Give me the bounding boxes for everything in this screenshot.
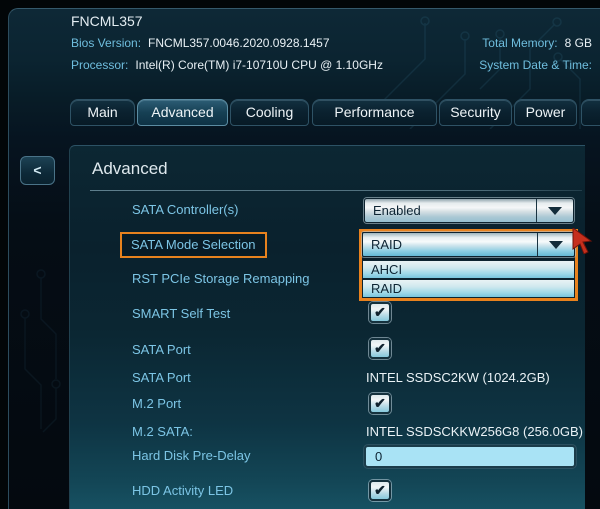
label-sata-port-device: SATA Port [132,370,191,385]
checkmark-icon: ✔ [374,339,386,356]
label-hdd-activity-led: HDD Activity LED [132,483,234,498]
board-title: FNCML357 [71,13,143,29]
datetime-label: System Date & Time: [479,58,592,72]
tab-partial[interactable] [581,99,600,126]
total-memory-value: 8 GB [564,36,592,50]
hard-disk-pre-delay-input[interactable] [364,445,576,468]
tab-performance[interactable]: Performance [312,99,437,126]
bios-version-row: Bios Version: FNCML357.0046.2020.0928.14… [71,36,330,50]
bios-version-label: Bios Version: [71,36,142,50]
back-button[interactable]: < [20,156,55,185]
m2-port-checkbox[interactable]: ✔ [369,393,391,414]
label-m2-sata: M.2 SATA: [132,424,193,439]
smart-self-test-checkbox[interactable]: ✔ [369,302,391,323]
tab-power[interactable]: Power [514,99,577,126]
processor-row: Processor: Intel(R) Core(TM) i7-10710U C… [71,58,383,72]
label-hard-disk-pre-delay: Hard Disk Pre-Delay [132,448,251,463]
datetime-row: System Date & Time: [479,58,592,72]
label-sata-port: SATA Port [132,342,191,357]
m2-sata-device-value: INTEL SSDSCKKW256G8 (256.0GB) [366,424,583,439]
label-smart-self-test: SMART Self Test [132,306,231,321]
checkmark-icon: ✔ [374,394,386,411]
chevron-down-icon [548,206,562,215]
label-rst-pcie-remapping: RST PCIe Storage Remapping [132,271,310,286]
sata-mode-dropdown-value[interactable]: RAID [363,233,537,256]
label-sata-controllers: SATA Controller(s) [132,202,239,217]
bios-window: FNCML357 Bios Version: FNCML357.0046.202… [8,8,600,509]
advanced-panel: Advanced SATA Controller(s) Enabled SATA… [69,145,585,509]
circuit-pattern [20,269,61,433]
sata-controllers-dropdown[interactable]: Enabled [364,198,574,223]
label-sata-mode-selection-highlight: SATA Mode Selection [120,232,267,258]
bios-version-value: FNCML357.0046.2020.0928.1457 [148,36,330,50]
total-memory-row: Total Memory: 8 GB [482,36,592,50]
tab-main[interactable]: Main [70,99,135,126]
sata-mode-dropdown[interactable]: RAID [362,232,575,257]
sata-controllers-dropdown-button[interactable] [536,199,573,222]
chevron-down-icon [549,240,563,249]
tab-advanced[interactable]: Advanced [137,99,228,126]
checkmark-icon: ✔ [374,481,386,498]
sata-mode-select-highlight: RAID AHCI RAID [359,229,578,301]
label-m2-port: M.2 Port [132,396,182,411]
sata-mode-dropdown-button[interactable] [537,233,574,256]
tab-security[interactable]: Security [439,99,512,126]
total-memory-label: Total Memory: [482,36,558,50]
sata-port-checkbox[interactable]: ✔ [369,338,391,359]
sata-port-device-value: INTEL SSDSC2KW (1024.2GB) [366,370,550,385]
sata-controllers-dropdown-value[interactable]: Enabled [365,199,536,222]
bios-screen: FNCML357 Bios Version: FNCML357.0046.202… [0,0,600,509]
processor-label: Processor: [71,58,129,72]
option-ahci[interactable]: AHCI [363,261,574,278]
processor-value: Intel(R) Core(TM) i7-10710U CPU @ 1.10GH… [135,58,383,72]
checkmark-icon: ✔ [374,303,386,320]
sata-mode-option-list: AHCI RAID [362,260,575,298]
heading-divider [90,190,582,191]
option-raid[interactable]: RAID [363,280,574,297]
hdd-activity-led-checkbox[interactable]: ✔ [369,480,391,501]
tab-cooling[interactable]: Cooling [230,99,309,126]
page-title: Advanced [92,159,168,178]
